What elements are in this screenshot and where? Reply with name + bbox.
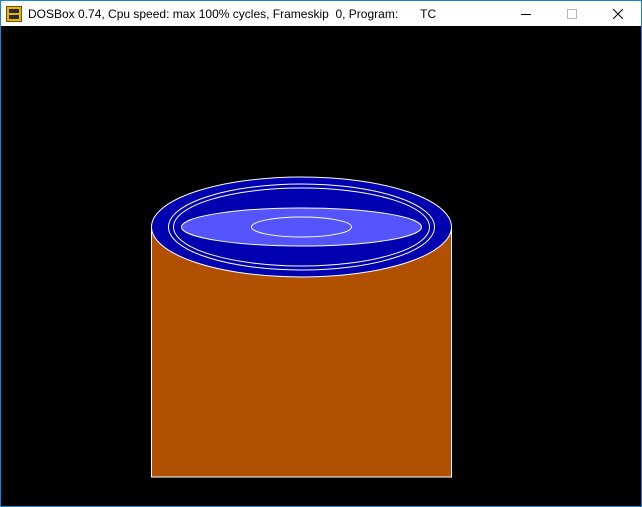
close-icon xyxy=(613,8,623,19)
close-button[interactable] xyxy=(595,1,641,26)
cylinder-graphic xyxy=(1,26,641,506)
minimize-button[interactable] xyxy=(503,1,549,26)
maximize-button[interactable] xyxy=(549,1,595,26)
minimize-icon xyxy=(521,13,531,15)
center-ellipse xyxy=(251,216,352,238)
dos-screen[interactable] xyxy=(1,26,641,506)
title-prefix: DOSBox 0.74, Cpu speed: max 100% cycles,… xyxy=(28,6,399,21)
dosbox-icon[interactable] xyxy=(6,5,22,22)
maximize-icon xyxy=(567,8,577,19)
dosbox-window: DOSBox 0.74, Cpu speed: max 100% cycles,… xyxy=(0,0,642,507)
title-bar[interactable]: DOSBox 0.74, Cpu speed: max 100% cycles,… xyxy=(1,1,641,26)
program-name: TC xyxy=(420,6,437,21)
window-title: DOSBox 0.74, Cpu speed: max 100% cycles,… xyxy=(28,7,503,21)
